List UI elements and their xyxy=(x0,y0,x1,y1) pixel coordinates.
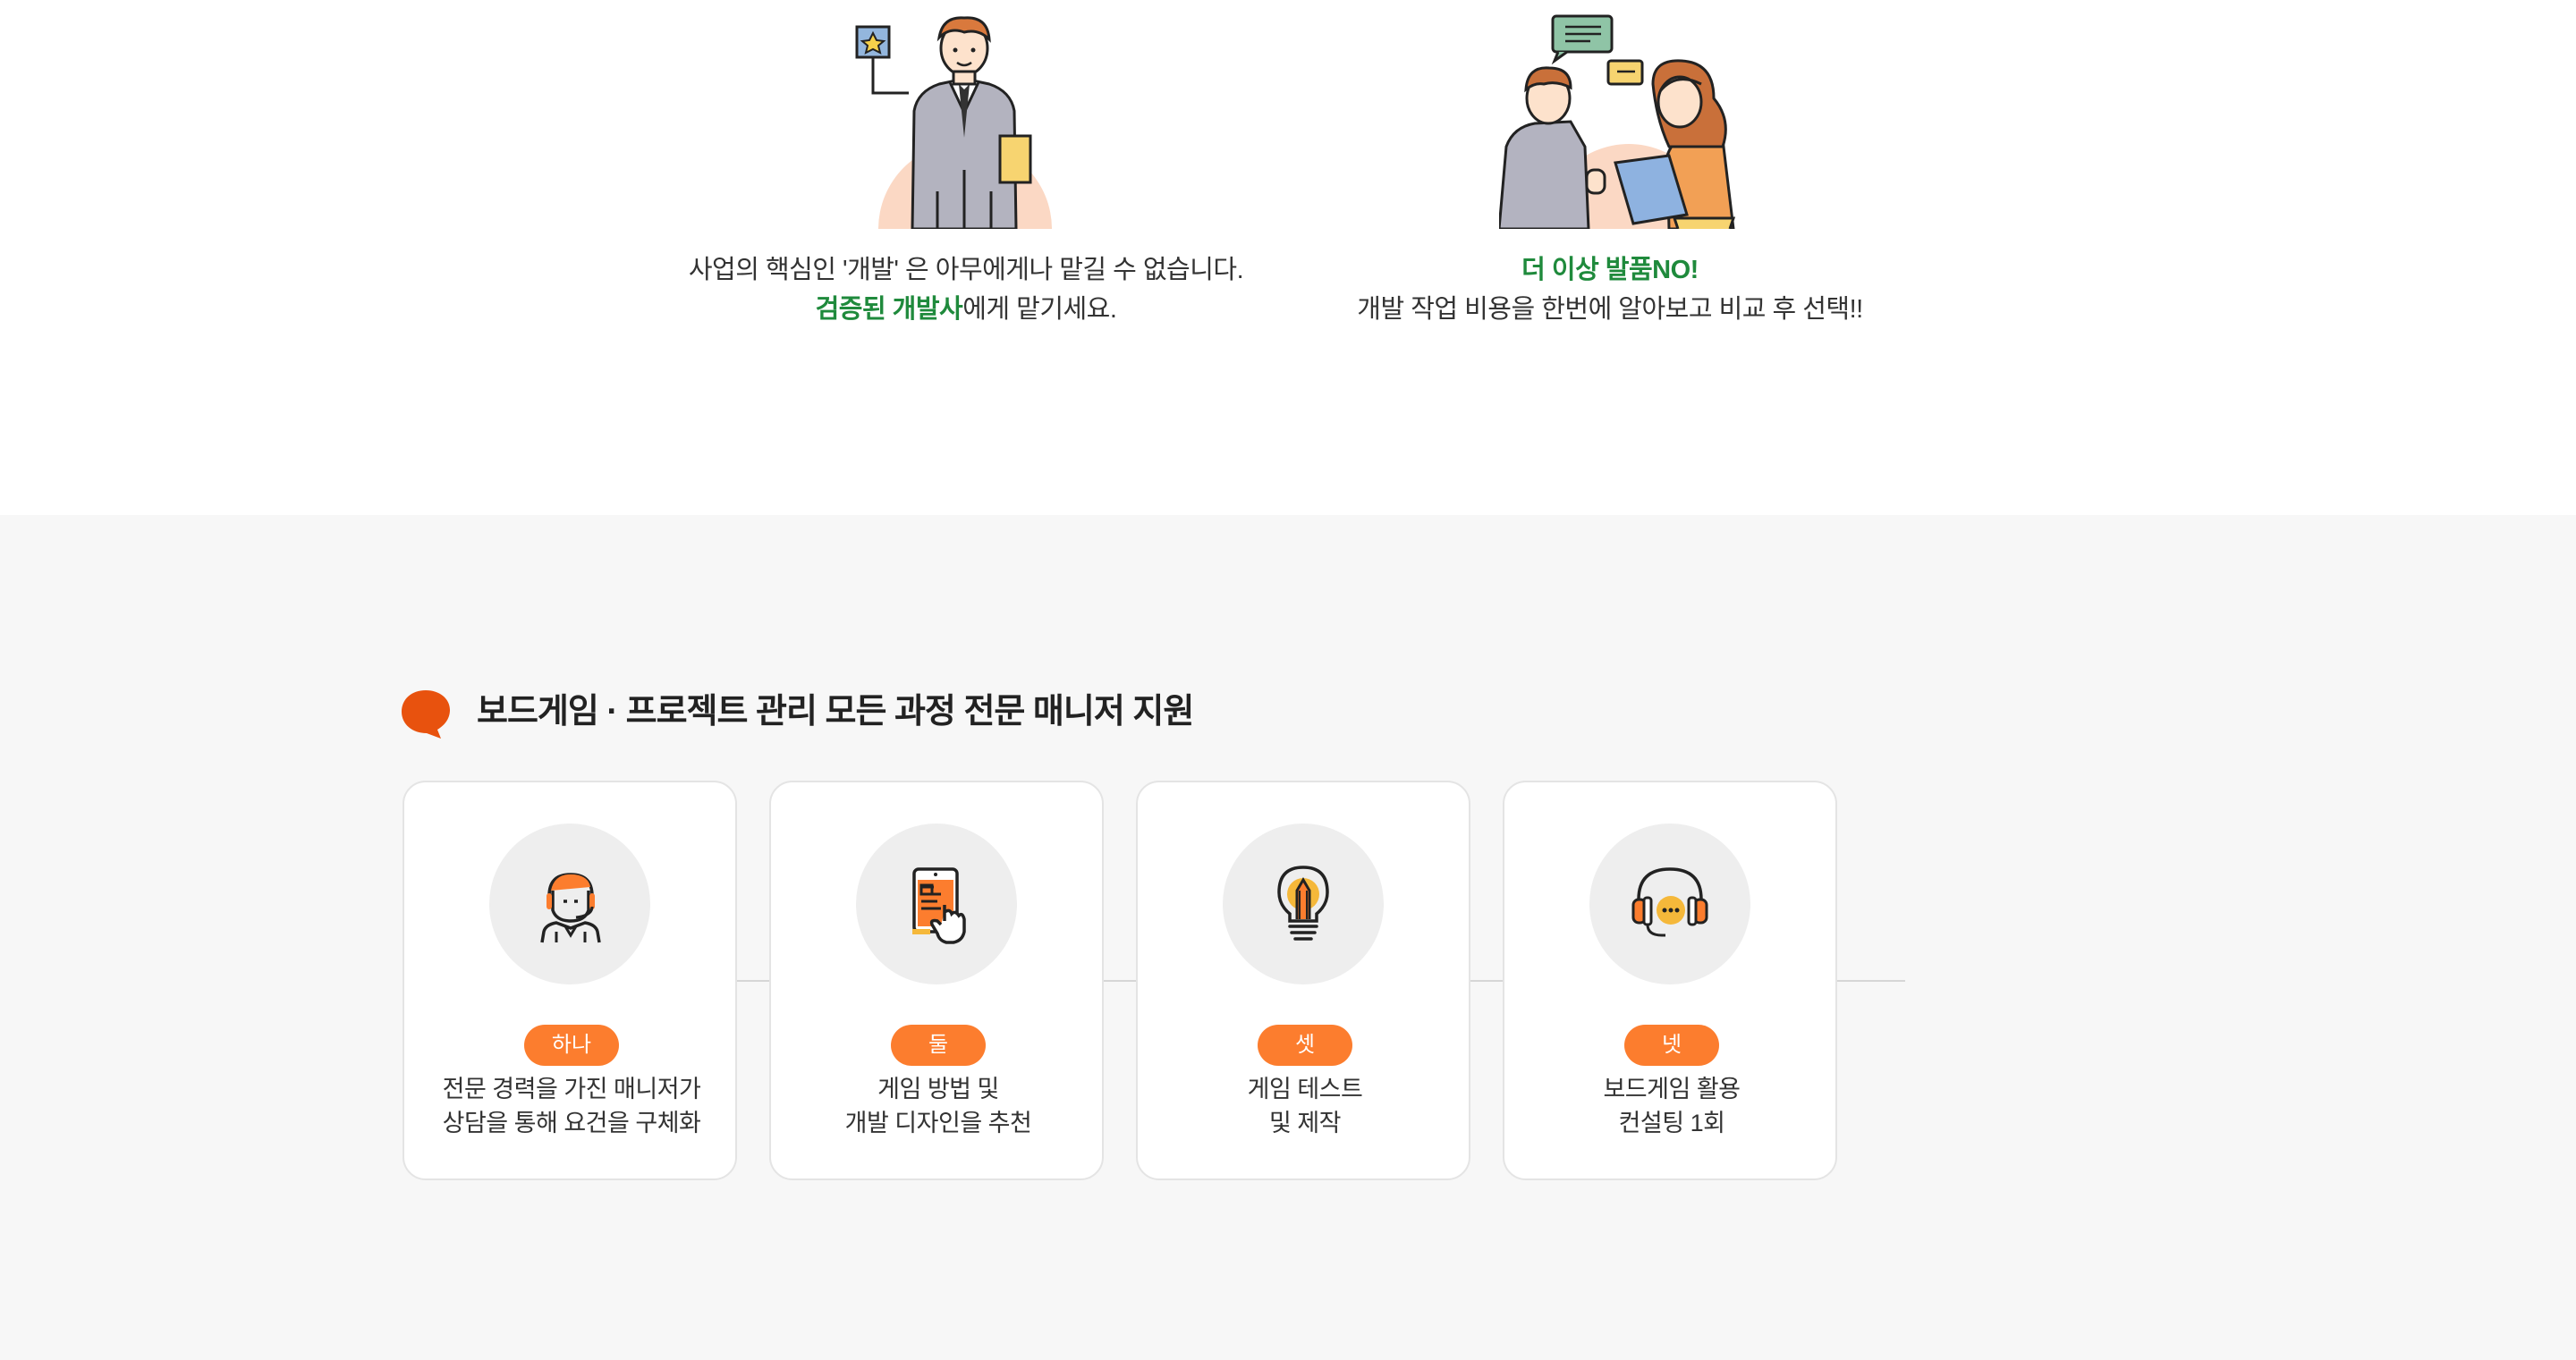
card-description-line: 개발 디자인을 추천 xyxy=(844,1110,1032,1136)
card-description-line: 상담을 통해 요건을 구체화 xyxy=(442,1110,701,1136)
card-description-line: 및 제작 xyxy=(1268,1110,1342,1136)
card-description-line: 게임 방법 및 xyxy=(877,1076,999,1102)
intro-left-line2-rest: 에게 맡기세요. xyxy=(962,295,1117,324)
intro-left-line1: 사업의 핵심인 '개발' 은 아무에게나 맡길 수 없습니다. xyxy=(688,256,1244,284)
card-icon-circle xyxy=(489,824,650,984)
support-card-3: 셋 게임 테스트 및 제작 xyxy=(1136,781,1470,1180)
section-title: 보드게임 · 프로젝트 관리 모든 과정 전문 매니저 지원 xyxy=(477,693,1194,731)
card-description-line: 게임 테스트 xyxy=(1247,1076,1363,1102)
support-card-2: 둘 게임 방법 및 개발 디자인을 추천 xyxy=(769,781,1104,1180)
card-description-line: 보드게임 활용 xyxy=(1603,1076,1741,1102)
intro-right-caption: 더 이상 발품NO! 개발 작업 비용을 한번에 알아보고 비교 후 선택!! xyxy=(1252,250,1968,329)
step-badge: 넷 xyxy=(1624,1025,1719,1066)
card-description: 보드게임 활용 컨설팅 1회 xyxy=(1504,1072,1839,1140)
consultation-illustration xyxy=(1499,14,1736,229)
card-description: 게임 방법 및 개발 디자인을 추천 xyxy=(771,1072,1106,1140)
card-icon-circle xyxy=(1589,824,1750,984)
support-card-4: 넷 보드게임 활용 컨설팅 1회 xyxy=(1503,781,1837,1180)
manager-headset-icon xyxy=(540,873,601,943)
support-card-1: 하나 전문 경력을 가진 매니저가 상담을 통해 요건을 구체화 xyxy=(402,781,737,1180)
step-badge: 하나 xyxy=(524,1025,619,1066)
verified-developer-highlight: 검증된 개발사 xyxy=(815,295,963,324)
businessman-illustration xyxy=(855,16,1052,229)
card-description: 게임 테스트 및 제작 xyxy=(1138,1072,1472,1140)
step-badge: 둘 xyxy=(891,1025,986,1066)
intro-right-line2: 개발 작업 비용을 한번에 알아보고 비교 후 선택!! xyxy=(1357,295,1863,324)
lightbulb-pencil-icon xyxy=(1277,866,1329,941)
tablet-touch-icon xyxy=(912,867,966,944)
intro-left-caption: 사업의 핵심인 '개발' 은 아무에게나 맡길 수 없습니다. 검증된 개발사에… xyxy=(608,250,1324,329)
intro-left-line2: 검증된 개발사에게 맡기세요. xyxy=(608,290,1324,329)
card-description-line: 전문 경력을 가진 매니저가 xyxy=(442,1076,701,1102)
speech-bubble-icon xyxy=(402,690,450,739)
card-icon-circle xyxy=(856,824,1017,984)
no-more-legwork-highlight: 더 이상 발품NO! xyxy=(1521,256,1699,284)
card-description: 전문 경력을 가진 매니저가 상담을 통해 요건을 구체화 xyxy=(404,1072,739,1140)
card-description-line: 컨설팅 1회 xyxy=(1618,1110,1725,1136)
step-badge: 셋 xyxy=(1258,1025,1352,1066)
intro-section: 사업의 핵심인 '개발' 은 아무에게나 맡길 수 없습니다. 검증된 개발사에… xyxy=(0,0,2576,515)
headphones-chat-icon xyxy=(1631,867,1708,937)
card-icon-circle xyxy=(1223,824,1384,984)
